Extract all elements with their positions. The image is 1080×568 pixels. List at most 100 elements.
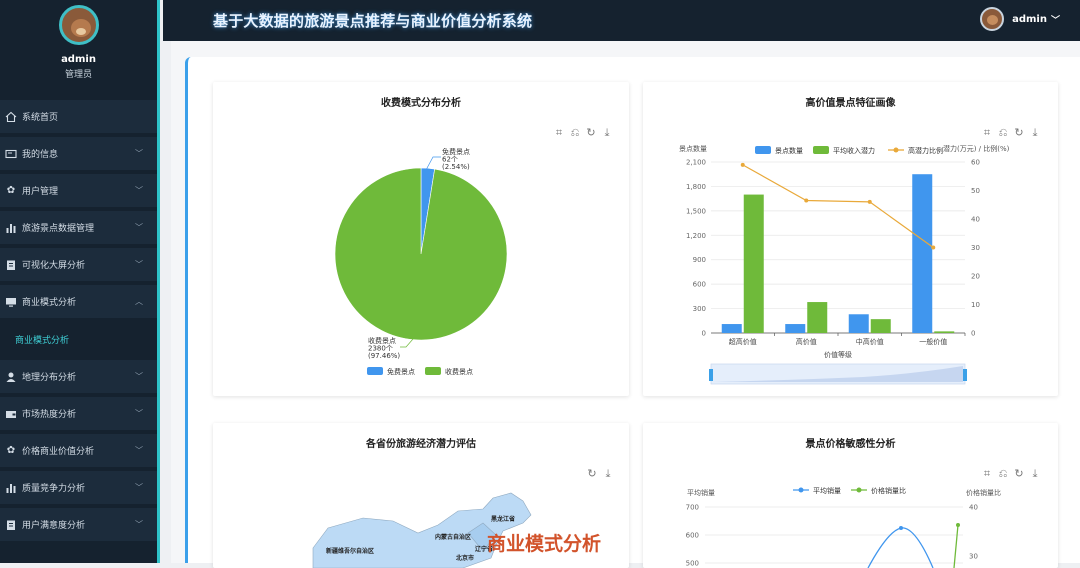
- sidebar: admin 管理员 系统首页 我的信息 ﹀ ✿ 用户管理 ﹀ 旅游景点数据管理 …: [0, 0, 160, 563]
- pie-data-label: (97.46%): [368, 352, 400, 360]
- sidebar-item-price-value[interactable]: ✿ 价格商业价值分析 ﹀: [0, 434, 157, 467]
- y2-tick-label: 30: [969, 553, 978, 561]
- sidebar-item-label: 市场热度分析: [22, 410, 77, 420]
- profile-name: admin: [61, 54, 96, 65]
- x-tick-label: 中高价值: [856, 337, 884, 346]
- series-line: [867, 527, 934, 568]
- sidebar-item-geo[interactable]: 地理分布分析 ﹀: [0, 360, 157, 393]
- sidebar-subitem-label: 商业模式分析: [15, 335, 70, 346]
- y-axis-title: 景点数量: [679, 144, 707, 153]
- y-tick-label: 2,100: [686, 159, 706, 167]
- monitor-icon: [4, 295, 18, 309]
- legend-label: 景点数量: [775, 146, 803, 155]
- sidebar-item-users[interactable]: ✿ 用户管理 ﹀: [0, 174, 157, 207]
- avatar: [980, 7, 1005, 31]
- sidebar-item-scenic-data[interactable]: 旅游景点数据管理 ﹀: [0, 211, 157, 244]
- map-card: 各省份旅游经济潜力评估 ↻ ⤓ 黑龙江省 内蒙古自治区 新疆维吾尔自治区 辽宁省…: [213, 423, 629, 568]
- chevron-down-icon: ﹀: [135, 372, 143, 381]
- bar[interactable]: [785, 324, 806, 333]
- sidebar-item-label: 地理分布分析: [22, 373, 77, 383]
- gear-icon: ✿: [6, 445, 16, 456]
- line-point: [867, 199, 872, 204]
- chevron-down-icon: ﹀: [1050, 15, 1060, 26]
- y2-tick-label: 40: [969, 504, 978, 512]
- clipboard-icon: [4, 518, 18, 532]
- id-card-icon: [4, 147, 18, 161]
- bar-chart-card: 高价值景点特征画像 ⌗ ⎌ ↻ ⤓ 0 300 600 900 1,200 1,500 1,…: [643, 82, 1058, 396]
- y2-tick-label: 10: [971, 301, 980, 309]
- sidebar-item-business-model[interactable]: 商业模式分析 ︿: [0, 285, 157, 318]
- bar[interactable]: [870, 319, 891, 333]
- sidebar-item-quality[interactable]: 质量竞争力分析 ﹀: [0, 471, 157, 504]
- legend-label: 高潜力比例: [908, 146, 943, 155]
- chevron-down-icon: ﹀: [135, 483, 143, 492]
- y2-tick-label: 50: [971, 187, 980, 195]
- avatar[interactable]: [58, 5, 99, 45]
- legend-swatch: [813, 146, 829, 154]
- y-tick-label: 600: [686, 532, 699, 540]
- user-icon: [4, 370, 18, 384]
- datazoom-handle-left[interactable]: [709, 369, 713, 381]
- chevron-up-icon: ︿: [135, 297, 143, 306]
- pie-chart: 免费景点62个(2.54%)收费景点2380个(97.46%)免费景点 收费景点: [334, 147, 508, 376]
- user-menu[interactable]: admin ﹀: [980, 7, 1060, 31]
- bar[interactable]: [934, 331, 955, 333]
- gear-icon: ✿: [6, 185, 16, 196]
- y-tick-label: 900: [693, 256, 706, 264]
- line-point: [804, 198, 809, 203]
- sidebar-item-my-info[interactable]: 我的信息 ﹀: [0, 137, 157, 170]
- y-axis-title: 平均销量: [687, 488, 715, 497]
- sidebar-item-satisfaction[interactable]: 用户满意度分析 ﹀: [0, 508, 157, 541]
- home-icon: [4, 110, 18, 124]
- datazoom-handle-right[interactable]: [963, 369, 967, 381]
- page-title: 基于大数据的旅游景点推荐与商业价值分析系统: [213, 12, 533, 30]
- x-axis-title: 价值等级: [824, 350, 852, 359]
- x-tick-label: 高价值: [796, 337, 817, 346]
- bar[interactable]: [912, 174, 933, 333]
- map-label: 黑龙江省: [491, 515, 515, 523]
- profile: admin 管理员: [0, 0, 157, 92]
- legend-swatch: [798, 487, 804, 493]
- y-tick-label: 500: [686, 560, 699, 568]
- bar[interactable]: [848, 314, 869, 333]
- pie-slice[interactable]: [334, 167, 508, 341]
- chevron-down-icon: ﹀: [135, 409, 143, 418]
- y2-axis-title: 价格销量比: [966, 488, 1001, 497]
- map-label: 北京市: [456, 554, 474, 562]
- legend-label: 平均收入潜力: [833, 146, 875, 155]
- bar-chart: 0 300 600 900 1,200 1,500 1,800 2,100 0 10 20 30 40 5…: [679, 144, 1010, 385]
- sidebar-item-dashboard[interactable]: 可视化大屏分析 ﹀: [0, 248, 157, 281]
- y2-tick-label: 20: [971, 273, 980, 281]
- bar-chart-icon: [4, 481, 18, 495]
- bar[interactable]: [721, 324, 742, 333]
- pie-data-label: (2.54%): [442, 163, 470, 171]
- line-point: [899, 526, 903, 530]
- sidebar-item-label: 商业模式分析: [22, 298, 77, 308]
- sidebar-item-label: 我的信息: [22, 150, 59, 160]
- sidebar-item-home[interactable]: 系统首页: [0, 100, 157, 133]
- y-tick-label: 0: [702, 330, 706, 338]
- y-tick-label: 700: [686, 504, 699, 512]
- x-tick-label: 超高价值: [729, 337, 757, 346]
- legend-label: 收费景点: [445, 367, 473, 376]
- sidebar-item-label: 质量竞争力分析: [22, 484, 86, 494]
- y-tick-label: 1,500: [686, 207, 706, 215]
- line-chart: 平均销量 价格销量比 700 600 500 40 30 平均销量 价格销量比: [686, 486, 1001, 568]
- sidebar-menu: 系统首页 我的信息 ﹀ ✿ 用户管理 ﹀ 旅游景点数据管理 ﹀ 可视化大屏分析 …: [0, 100, 157, 545]
- y-tick-label: 1,800: [686, 183, 706, 191]
- bar[interactable]: [807, 302, 828, 333]
- sidebar-item-label: 旅游景点数据管理: [22, 224, 95, 234]
- legend-label: 平均销量: [813, 486, 841, 495]
- legend-swatch: [856, 487, 862, 493]
- sidebar-subitem-business-model[interactable]: 商业模式分析: [0, 322, 157, 356]
- sidebar-item-market-heat[interactable]: 市场热度分析 ﹀: [0, 397, 157, 430]
- legend-label: 价格销量比: [871, 486, 906, 495]
- wallet-icon: [4, 407, 18, 421]
- line-point: [956, 523, 960, 527]
- y-tick-label: 600: [693, 281, 706, 289]
- sidebar-item-label: 用户管理: [22, 187, 59, 197]
- bar[interactable]: [743, 194, 764, 333]
- line-chart-card: 景点价格敏感性分析 ⌗ ⎌ ↻ ⤓ 平均销量 价格销量比 700 600 500 40 30…: [643, 423, 1058, 568]
- y2-tick-label: 30: [971, 244, 980, 252]
- y-tick-label: 300: [693, 305, 706, 313]
